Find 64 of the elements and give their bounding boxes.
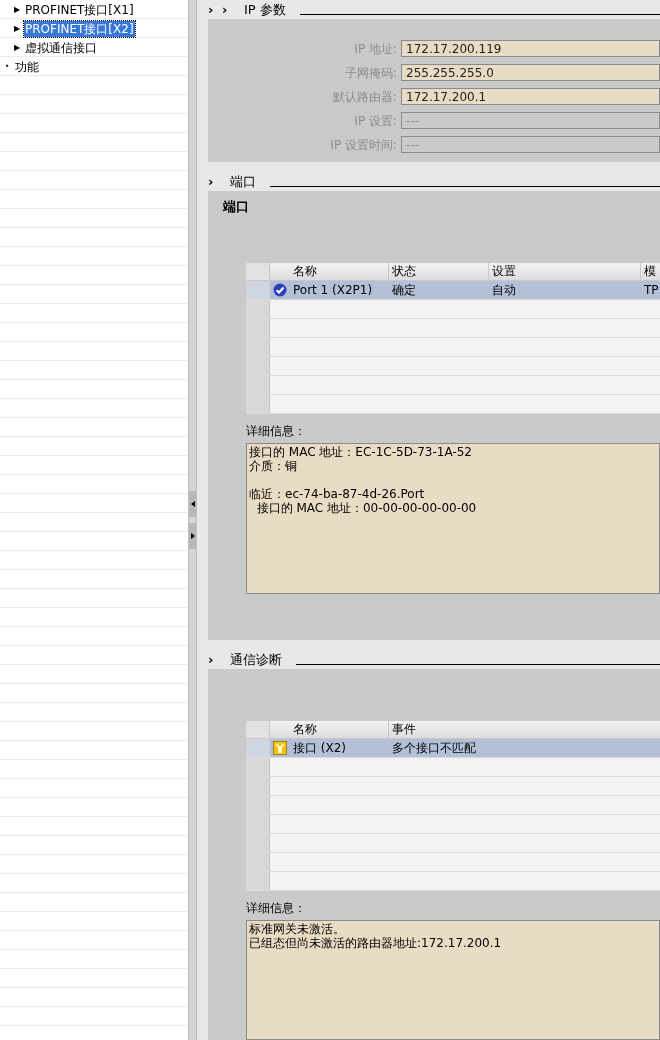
column-header[interactable]: 名称 [290, 263, 389, 280]
chevron-icon[interactable]: › [208, 0, 216, 20]
column-header[interactable]: 名称 [290, 721, 389, 738]
row-header[interactable] [246, 872, 270, 890]
panel-title: 端口 [223, 198, 250, 215]
input-field[interactable]: 172.17.200.119 [401, 40, 660, 57]
field-label: IP 地址: [353, 40, 398, 58]
table-cell-text: 确定 [391, 282, 417, 299]
chevron-icon[interactable]: › [208, 649, 216, 670]
tree-item[interactable]: 功能 [14, 58, 40, 75]
column-header[interactable]: 事件 [389, 721, 660, 738]
input-field[interactable]: 255.255.255.0 [401, 64, 660, 81]
details-label: 详细信息： [246, 423, 307, 440]
row-header[interactable] [246, 796, 270, 814]
row-header[interactable] [246, 338, 270, 356]
expand-right-button[interactable] [189, 523, 196, 549]
table-cell-text: Port 1 (X2P1) [292, 282, 374, 299]
table-row[interactable]: Port 1 (X2P1) 确定 自动 TP [270, 281, 660, 299]
expander-icon[interactable]: ▶ [10, 22, 24, 35]
row-header[interactable] [246, 815, 270, 833]
chevron-icon[interactable]: › [222, 0, 230, 20]
collapse-left-button[interactable] [189, 491, 196, 517]
row-header[interactable] [246, 758, 270, 776]
right-arrow-icon [190, 533, 195, 539]
row-header[interactable] [246, 357, 270, 375]
table-cell-text: TP [643, 282, 660, 299]
left-arrow-icon [190, 501, 195, 507]
row-header[interactable] [246, 376, 270, 394]
field-label: 子网掩码: [343, 64, 398, 82]
row-header[interactable] [246, 319, 270, 337]
chevron-icon[interactable]: › [208, 171, 216, 192]
detail-line: 接口的 MAC 地址：EC-1C-5D-73-1A-52 [249, 445, 473, 459]
table-row[interactable]: 接口 (X2) 多个接口不匹配 [270, 739, 660, 757]
tree-item[interactable]: PROFINET接口[X2] [24, 20, 135, 37]
row-header[interactable] [246, 853, 270, 871]
tree-item[interactable]: 虚拟通信接口 [24, 39, 98, 56]
section-title: IP 参数 [243, 0, 287, 19]
expander-icon[interactable]: ▶ [10, 41, 24, 54]
row-header[interactable] [246, 395, 270, 413]
expander-icon[interactable]: • [0, 60, 14, 73]
column-header[interactable]: 模 [641, 263, 660, 280]
input-field[interactable]: 172.17.200.1 [401, 88, 660, 105]
table-cell-text: 多个接口不匹配 [391, 740, 477, 757]
column-header[interactable]: 状态 [389, 263, 489, 280]
check-icon [273, 283, 287, 297]
row-header[interactable] [246, 834, 270, 852]
expander-icon[interactable]: ▶ [10, 3, 24, 16]
row-header[interactable] [246, 777, 270, 795]
detail-line: 接口的 MAC 地址：00-00-00-00-00-00 [255, 501, 478, 515]
details-label: 详细信息： [246, 900, 307, 917]
tree-item[interactable]: PROFINET接口[X1] [24, 1, 135, 18]
section-title: 端口 [229, 172, 257, 191]
detail-line: 介质：铜 [249, 459, 298, 473]
detail-line: 临近：ec-74-ba-87-4d-26.Port [249, 487, 426, 501]
row-header[interactable] [246, 300, 270, 318]
table-cell-text: 自动 [491, 282, 517, 299]
row-header[interactable] [246, 739, 270, 757]
detail-line: 标准网关未激活。 [249, 922, 346, 936]
table-cell-text: 接口 (X2) [292, 740, 348, 757]
detail-line: 已组态但尚未激活的路由器地址:172.17.200.1 [249, 936, 503, 950]
section-title: 通信诊断 [229, 650, 283, 669]
field-label: 默认路由器: [331, 88, 398, 106]
column-header[interactable]: 设置 [489, 263, 641, 280]
row-header[interactable] [246, 281, 270, 299]
